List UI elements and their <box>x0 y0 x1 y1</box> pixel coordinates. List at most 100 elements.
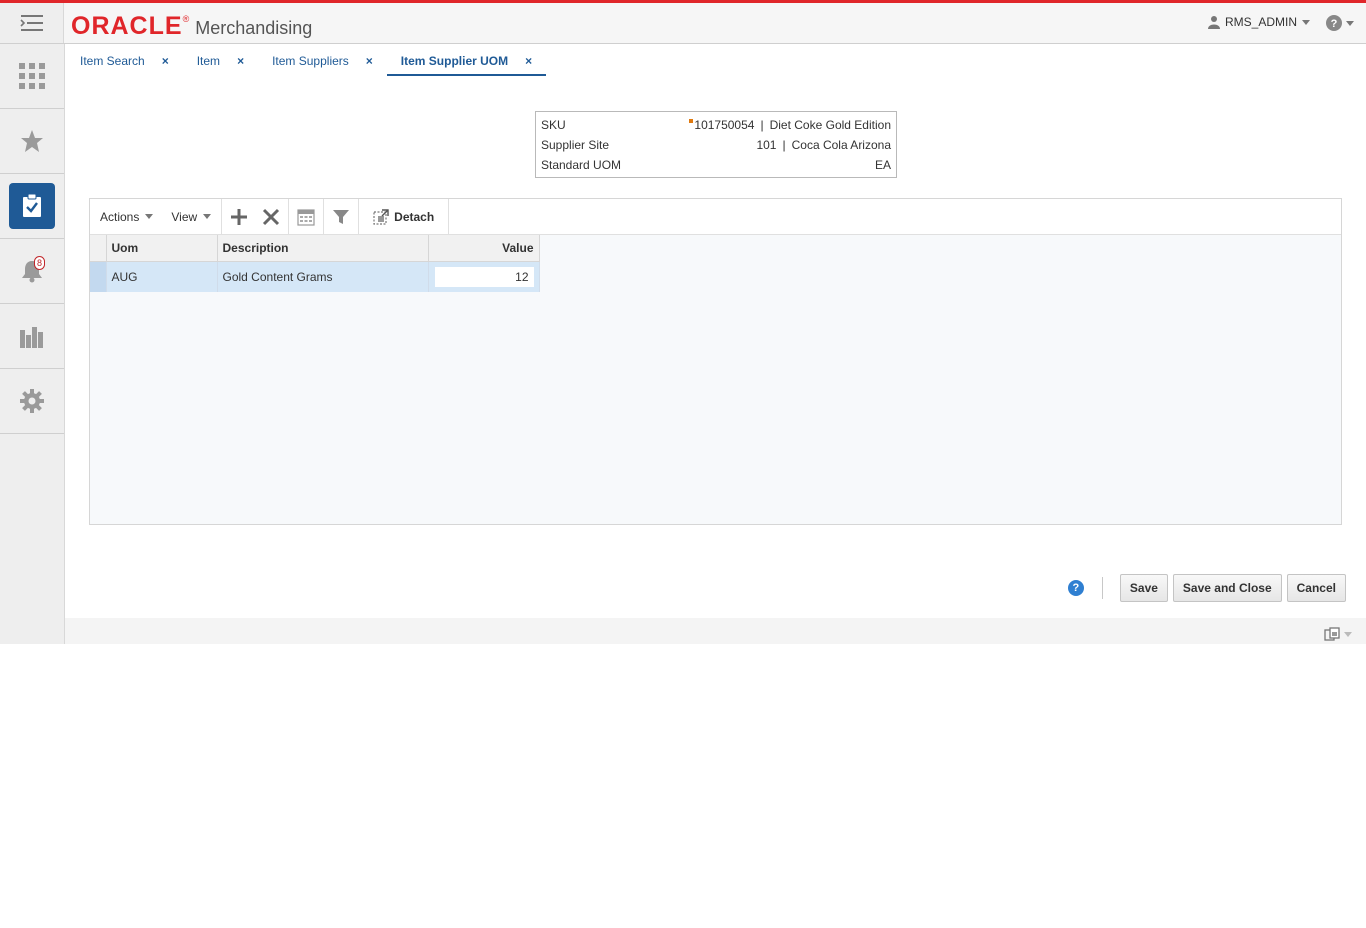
chevron-down-icon <box>1346 20 1354 26</box>
accessibility-menu[interactable] <box>1324 627 1352 641</box>
navigator-toggle-button[interactable] <box>0 3 64 43</box>
separator: | <box>760 118 764 132</box>
active-indicator <box>9 183 55 229</box>
sidebar-item-notifications[interactable]: 8 <box>0 239 64 304</box>
detach-button[interactable]: Detach <box>365 208 442 225</box>
edit-group <box>222 198 290 235</box>
help-menu[interactable]: ? <box>1326 15 1354 31</box>
site-name: Coca Cola Arizona <box>791 138 891 152</box>
column-header-description[interactable]: Description <box>217 235 429 262</box>
sku-value: 101750054 | Diet Coke Gold Edition <box>689 116 891 136</box>
save-button[interactable]: Save <box>1119 574 1168 602</box>
tab-label: Item Supplier UOM <box>400 53 509 68</box>
row-selector[interactable] <box>90 261 107 292</box>
svg-text:?: ? <box>1331 18 1338 30</box>
help-icon: ? <box>1326 15 1342 31</box>
close-icon[interactable]: × <box>525 54 532 68</box>
help-icon[interactable]: ? <box>1067 580 1084 596</box>
close-icon[interactable]: × <box>237 54 244 68</box>
detach-group: Detach <box>359 198 450 235</box>
user-icon <box>1207 16 1220 29</box>
app-header: ORACLE ® Merchandising RMS_ADMIN ? <box>0 3 1366 44</box>
calendar-icon <box>297 208 315 226</box>
user-menu[interactable]: RMS_ADMIN <box>1207 15 1310 29</box>
uom-table-panel: Actions View Detach Uom Description Valu… <box>89 198 1342 525</box>
notification-count-badge: 8 <box>34 256 46 270</box>
sku-label: SKU <box>541 118 566 132</box>
chevron-down-icon <box>145 214 154 219</box>
sidebar: 8 <box>0 44 65 644</box>
tab-item-search[interactable]: Item Search × <box>66 45 183 76</box>
sku-number: 101750054 <box>694 118 755 132</box>
sidebar-item-favorites[interactable] <box>0 109 64 174</box>
close-icon[interactable]: × <box>162 54 169 68</box>
add-row-button[interactable] <box>228 206 250 228</box>
item-context-box: SKU 101750054 | Diet Coke Gold Edition Sup… <box>535 111 897 178</box>
tab-label: Item Search <box>80 53 145 68</box>
sidebar-item-tasks-grid[interactable] <box>0 44 64 109</box>
tab-item-suppliers[interactable]: Item Suppliers × <box>258 45 387 76</box>
column-header-uom[interactable]: Uom <box>106 235 218 262</box>
tab-label: Item <box>196 53 221 68</box>
supplier-site-label: Supplier Site <box>541 138 610 152</box>
close-icon[interactable]: × <box>366 54 373 68</box>
chevron-down-icon <box>1302 19 1310 25</box>
actions-menu[interactable]: Actions <box>96 210 157 224</box>
chevron-down-icon <box>203 214 212 219</box>
status-bar <box>65 618 1366 644</box>
tab-bar: Item Search × Item × Item Suppliers × It… <box>66 45 547 76</box>
tab-item-supplier-uom[interactable]: Item Supplier UOM × <box>386 45 547 76</box>
delete-icon <box>263 208 280 225</box>
supplier-site-value: 101 | Coca Cola Arizona <box>756 136 891 156</box>
required-marker-icon <box>689 119 694 123</box>
menu-icon <box>19 15 43 31</box>
delete-row-button[interactable] <box>260 206 282 228</box>
table-row[interactable]: AUG Gold Content Grams <box>90 261 540 292</box>
filter-icon <box>333 209 350 224</box>
sidebar-item-reports[interactable] <box>0 304 64 369</box>
sku-row: SKU 101750054 | Diet Coke Gold Edition <box>541 116 891 136</box>
divider <box>1101 577 1103 599</box>
window-settings-icon <box>1324 627 1340 641</box>
gear-icon <box>20 389 44 413</box>
calendar-group <box>289 198 325 235</box>
separator: | <box>782 138 786 152</box>
standard-uom-row: Standard UOM EA <box>541 156 891 176</box>
uom-table: Uom Description Value AUG Gold Content G… <box>90 235 540 292</box>
value-input[interactable] <box>434 266 534 287</box>
page-actions: ? Save Save and Close Cancel <box>1067 574 1346 602</box>
detach-icon <box>373 208 389 225</box>
sku-description: Diet Coke Gold Edition <box>769 118 891 132</box>
column-header-value[interactable]: Value <box>428 235 540 262</box>
oracle-logo[interactable]: ORACLE ® Merchandising <box>71 12 312 41</box>
standard-uom-label: Standard UOM <box>541 158 622 172</box>
uom-cell: AUG <box>106 261 218 292</box>
menu-group: Actions View <box>90 198 223 235</box>
bar-chart-icon <box>20 327 43 348</box>
app-name: Merchandising <box>195 18 313 38</box>
view-label: View <box>171 209 198 224</box>
sidebar-item-tasks[interactable] <box>0 174 64 239</box>
site-number: 101 <box>756 138 777 152</box>
filter-button[interactable] <box>330 206 352 228</box>
description-cell: Gold Content Grams <box>217 261 429 292</box>
plus-icon <box>231 208 248 225</box>
save-and-close-button[interactable]: Save and Close <box>1172 574 1282 602</box>
view-menu[interactable]: View <box>167 210 215 224</box>
supplier-site-row: Supplier Site 101 | Coca Cola Arizona <box>541 136 891 156</box>
filter-group <box>324 198 360 235</box>
cancel-button[interactable]: Cancel <box>1286 574 1346 602</box>
value-cell <box>428 261 540 292</box>
tab-item[interactable]: Item × <box>183 45 258 76</box>
calendar-button[interactable] <box>295 206 317 228</box>
task-list-icon <box>23 194 41 217</box>
grid-icon <box>19 63 45 89</box>
table-header-row: Uom Description Value <box>90 235 540 262</box>
actions-label: Actions <box>100 209 140 224</box>
row-header-corner <box>90 235 107 262</box>
star-icon <box>21 130 43 152</box>
detach-label: Detach <box>394 209 435 224</box>
tab-label: Item Suppliers <box>272 53 349 68</box>
sidebar-item-settings[interactable] <box>0 369 64 434</box>
chevron-down-icon <box>1344 631 1352 637</box>
